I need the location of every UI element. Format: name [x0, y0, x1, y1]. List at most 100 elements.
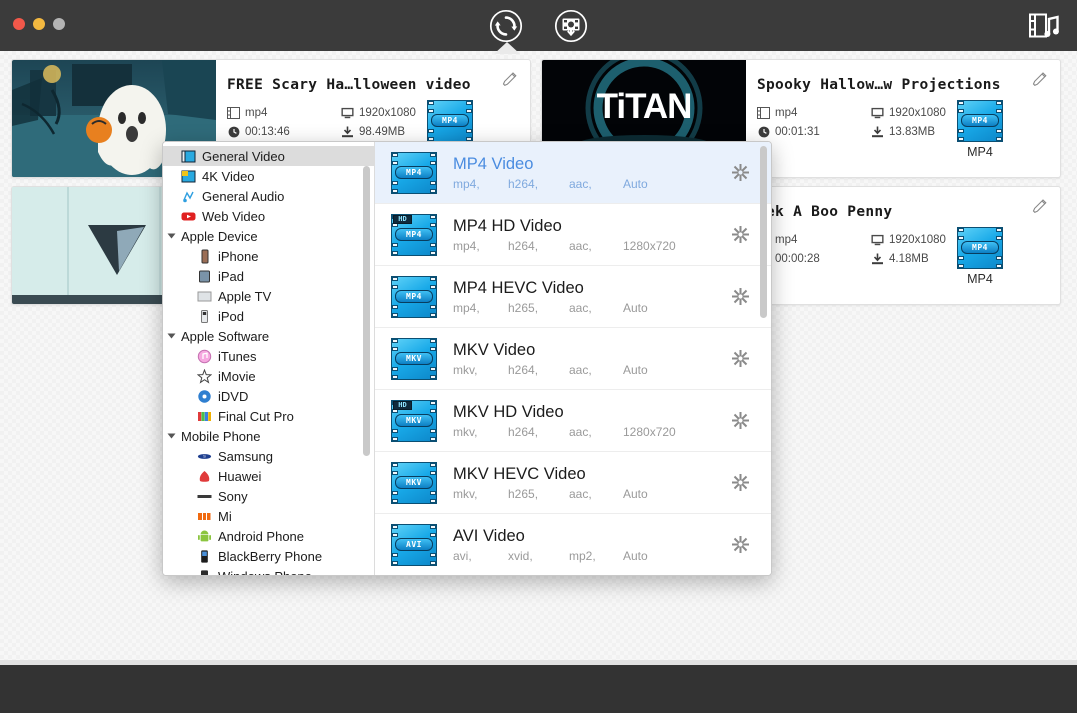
category-label: Mobile Phone	[181, 428, 261, 444]
format-video-codec: h265,	[508, 300, 539, 315]
pencil-icon[interactable]	[502, 71, 518, 87]
gear-icon[interactable]	[732, 226, 749, 243]
idvd-icon	[197, 389, 212, 404]
format-row-mkv-video[interactable]: MKV MKV Video mkv, h264, aac, Auto	[375, 328, 771, 390]
file-format-icon	[227, 107, 240, 119]
category-apple-software[interactable]: Apple Software	[163, 326, 374, 346]
film-music-icon[interactable]	[1027, 9, 1061, 42]
format-video-codec: xvid,	[508, 548, 533, 563]
task-resolution: 1920x1080	[889, 107, 946, 119]
category-mi[interactable]: Mi	[163, 506, 374, 526]
category-label: iDVD	[218, 388, 249, 404]
category-label: 4K Video	[202, 168, 255, 184]
gear-icon[interactable]	[732, 412, 749, 429]
format-video-codec: h264,	[508, 238, 539, 253]
gear-icon[interactable]	[732, 474, 749, 491]
format-row-mp4-video[interactable]: MP4 MP4 Video mp4, h264, aac, Auto	[375, 142, 771, 204]
category-general-video[interactable]: General Video	[163, 146, 374, 166]
category-label: iMovie	[218, 368, 256, 384]
task-size: 13.83MB	[889, 126, 936, 138]
task-title: FREE Scary Ha…lloween video	[227, 77, 471, 93]
task-info: …ek A Boo Penny mp4 1920x1080 00:00:28 4…	[746, 187, 1060, 304]
category-ipad[interactable]: iPad	[163, 266, 374, 286]
format-badge-text: MP4	[395, 289, 433, 303]
category-itunes[interactable]: iTunes	[163, 346, 374, 366]
category-general-audio[interactable]: General Audio	[163, 186, 374, 206]
category-sony[interactable]: Sony	[163, 486, 374, 506]
format-audio-codec: aac,	[569, 238, 592, 253]
hd-badge-text: HD	[393, 214, 412, 224]
task-format: mp4	[245, 107, 268, 119]
resolution-icon	[871, 107, 884, 119]
download-media-circle-icon[interactable]	[553, 7, 590, 44]
task-resolution: 1920x1080	[889, 234, 946, 246]
format-icon: MP4	[391, 151, 437, 194]
format-badge-text: MKV	[395, 475, 433, 489]
hd-badge-text: HD	[393, 400, 412, 410]
gear-icon[interactable]	[732, 288, 749, 305]
format-name: MP4 HEVC Video	[453, 278, 584, 297]
convert-circle-icon[interactable]	[488, 7, 525, 44]
ipad-icon	[197, 269, 212, 284]
format-list[interactable]: MP4 MP4 Video mp4, h264, aac, Auto HD MP…	[375, 142, 771, 575]
format-container: mkv,	[453, 362, 478, 377]
category-huawei[interactable]: Huawei	[163, 466, 374, 486]
format-list-scrollbar[interactable]	[760, 146, 767, 318]
youtube-icon	[181, 209, 196, 224]
format-container: mp4,	[453, 176, 480, 191]
gear-icon[interactable]	[732, 536, 749, 553]
category-android-phone[interactable]: Android Phone	[163, 526, 374, 546]
task-output-format[interactable]: MP4 MP4	[944, 227, 1016, 286]
task-duration: 00:00:28	[775, 253, 820, 265]
file-format-icon	[757, 107, 770, 119]
task-output-format[interactable]: MP4 MP4	[944, 100, 1016, 159]
task-duration: 00:13:46	[245, 126, 290, 138]
gear-icon[interactable]	[732, 350, 749, 367]
category-apple-tv[interactable]: Apple TV	[163, 286, 374, 306]
pencil-icon[interactable]	[1032, 198, 1048, 214]
category-apple-device[interactable]: Apple Device	[163, 226, 374, 246]
category-list-scrollbar[interactable]	[363, 166, 370, 456]
format-icon: AVI	[391, 523, 437, 566]
finalcutpro-icon	[197, 409, 212, 424]
category-label: Apple Device	[181, 228, 258, 244]
category-4k-video[interactable]: 4K Video	[163, 166, 374, 186]
category-imovie[interactable]: iMovie	[163, 366, 374, 386]
category-label: iPhone	[218, 248, 259, 264]
filesize-icon	[871, 253, 884, 265]
badge-tag-text: MP4	[961, 114, 999, 127]
format-row-avi-video[interactable]: AVI AVI Video avi, xvid, mp2, Auto	[375, 514, 771, 575]
film-4k-icon	[181, 169, 196, 184]
task-resolution: 1920x1080	[359, 107, 416, 119]
category-iphone[interactable]: iPhone	[163, 246, 374, 266]
category-final-cut-pro[interactable]: Final Cut Pro	[163, 406, 374, 426]
gear-icon[interactable]	[732, 164, 749, 181]
category-web-video[interactable]: Web Video	[163, 206, 374, 226]
itunes-icon	[197, 349, 212, 364]
blackberry-icon	[197, 549, 212, 564]
output-format-label: MP4	[967, 272, 993, 286]
category-mobile-phone[interactable]: Mobile Phone	[163, 426, 374, 446]
format-row-mkv-hd-video[interactable]: HD MKV MKV HD Video mkv, h264, aac, 1280…	[375, 390, 771, 452]
format-category-list[interactable]: General Video 4K Video General Audio Web…	[163, 142, 375, 575]
category-label: Mi	[218, 508, 232, 524]
chevron-down-icon	[167, 433, 176, 439]
badge-tag-text: MP4	[431, 114, 469, 127]
format-row-mp4-hevc-video[interactable]: MP4 MP4 HEVC Video mp4, h265, aac, Auto	[375, 266, 771, 328]
task-duration: 00:01:31	[775, 126, 820, 138]
format-picker-popover[interactable]: General Video 4K Video General Audio Web…	[162, 141, 772, 576]
category-samsung[interactable]: S Samsung	[163, 446, 374, 466]
format-row-mp4-hd-video[interactable]: HD MP4 MP4 HD Video mp4, h264, aac, 1280…	[375, 204, 771, 266]
pencil-icon[interactable]	[1032, 71, 1048, 87]
bottom-toolbar: Convert all tasks to MP4 Video Output De…	[0, 665, 1077, 713]
huawei-icon	[197, 469, 212, 484]
category-blackberry-phone[interactable]: BlackBerry Phone	[163, 546, 374, 566]
category-windows-phone[interactable]: Windows Phone	[163, 566, 374, 575]
category-idvd[interactable]: iDVD	[163, 386, 374, 406]
category-ipod[interactable]: iPod	[163, 306, 374, 326]
format-icon: HD MP4	[391, 213, 437, 256]
task-info: Spooky Hallow…w Projections mp4 1920x108…	[746, 60, 1060, 177]
mi-icon	[197, 509, 212, 524]
appletv-icon	[197, 289, 212, 304]
format-row-mkv-hevc-video[interactable]: MKV MKV HEVC Video mkv, h265, aac, Auto	[375, 452, 771, 514]
